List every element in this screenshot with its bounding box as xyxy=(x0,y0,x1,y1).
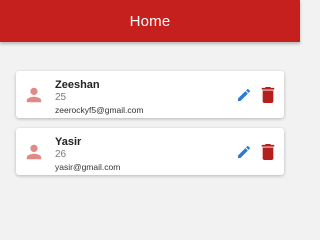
user-name: Zeeshan xyxy=(55,79,100,91)
user-email: yasir@gmail.com xyxy=(55,162,121,172)
user-age: 26 xyxy=(55,149,67,160)
user-name: Yasir xyxy=(55,136,82,148)
app-bar: Home xyxy=(0,0,300,42)
user-age: 25 xyxy=(55,92,67,103)
user-list: Zeeshan 25 zeerockyf5@gmail.com Yasir 26… xyxy=(16,71,284,185)
page-title: Home xyxy=(129,12,171,30)
user-email: zeerockyf5@gmail.com xyxy=(55,105,144,115)
edit-icon[interactable] xyxy=(236,144,252,160)
user-card[interactable]: Yasir 26 yasir@gmail.com xyxy=(16,128,284,175)
delete-icon[interactable] xyxy=(261,87,275,103)
person-icon xyxy=(25,143,43,161)
user-card[interactable]: Zeeshan 25 zeerockyf5@gmail.com xyxy=(16,71,284,118)
person-icon xyxy=(25,86,43,104)
user-info: Yasir 26 yasir@gmail.com xyxy=(55,136,120,173)
user-info: Zeeshan 25 zeerockyf5@gmail.com xyxy=(55,79,143,116)
edit-icon[interactable] xyxy=(236,87,252,103)
delete-icon[interactable] xyxy=(261,144,275,160)
